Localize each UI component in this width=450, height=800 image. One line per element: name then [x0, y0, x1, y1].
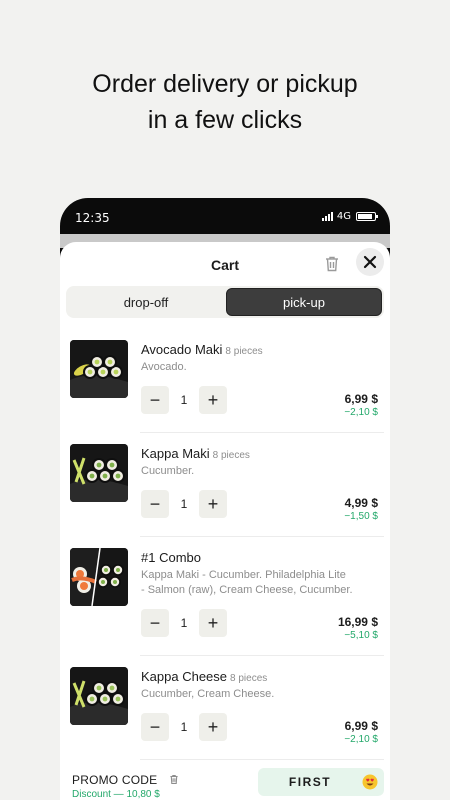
item-description: Kappa Maki - Cucumber. Philadelphia Lite…: [141, 568, 381, 598]
trash-icon: [170, 775, 178, 784]
divider: [140, 536, 384, 537]
item-pieces: 8 pieces: [225, 346, 263, 357]
decrease-quantity-button[interactable]: −: [141, 490, 169, 518]
item-discount: −5,10 $: [344, 630, 378, 641]
item-description: Cucumber, Cream Cheese.: [141, 688, 275, 700]
tab-drop-off[interactable]: drop-off: [68, 288, 224, 316]
status-bar: 12:35 4G: [60, 198, 390, 236]
cart-sheet: Cart drop-off pick-up Avocado Maki 8 pie…: [60, 242, 390, 800]
item-name-line: Avocado Maki 8 pieces: [141, 342, 263, 357]
item-discount: −2,10 $: [344, 734, 378, 745]
item-name-line: Kappa Maki 8 pieces: [141, 446, 250, 461]
remove-promo-button[interactable]: [168, 773, 180, 786]
item-price: 4,99 $: [344, 496, 378, 510]
promo-discount: Discount — 10,80 $: [72, 789, 160, 800]
item-quantity: 1: [180, 393, 188, 407]
item-name-line: #1 Combo: [141, 550, 201, 565]
headline: Order delivery or pickup in a few clicks: [0, 66, 450, 138]
network-label: 4G: [336, 211, 351, 222]
delivery-type-toggle: drop-off pick-up: [66, 286, 384, 318]
product-image: [70, 340, 128, 398]
item-price: 6,99 $: [344, 392, 378, 406]
status-icons: 4G: [321, 211, 378, 222]
tab-pick-up[interactable]: pick-up: [226, 288, 382, 316]
product-image: [70, 667, 128, 725]
item-name: Kappa Maki: [141, 446, 210, 461]
promo-code-badge[interactable]: FIRST: [258, 768, 384, 796]
close-button[interactable]: [356, 248, 384, 276]
item-quantity: 1: [180, 497, 188, 511]
status-time: 12:35: [75, 211, 110, 225]
promo-section: PROMO CODE Discount — 10,80 $ FIRST: [60, 764, 390, 800]
item-pieces: 8 pieces: [230, 673, 268, 684]
decrease-quantity-button[interactable]: −: [141, 386, 169, 414]
item-price: 6,99 $: [344, 719, 378, 733]
item-name: Avocado Maki: [141, 342, 223, 357]
clear-cart-button[interactable]: [322, 254, 342, 274]
quantity-stepper: − 1 +: [141, 490, 227, 518]
item-discount: −1,50 $: [344, 511, 378, 522]
phone-frame: 12:35 4G Cart drop-off pick-up Avocado M…: [60, 198, 390, 800]
cart-header: Cart: [60, 242, 390, 284]
item-description-line: - Salmon (raw), Cream Cheese, Cucumber.: [141, 584, 353, 596]
item-quantity: 1: [180, 616, 188, 630]
item-name: #1 Combo: [141, 550, 201, 565]
promo-code: FIRST: [288, 775, 332, 789]
headline-line-1: Order delivery or pickup: [92, 70, 358, 98]
increase-quantity-button[interactable]: +: [199, 490, 227, 518]
item-discount: −2,10 $: [344, 407, 378, 418]
product-image: [70, 444, 128, 502]
decrease-quantity-button[interactable]: −: [141, 713, 169, 741]
quantity-stepper: − 1 +: [141, 386, 227, 414]
increase-quantity-button[interactable]: +: [199, 713, 227, 741]
increase-quantity-button[interactable]: +: [199, 386, 227, 414]
item-name: Kappa Cheese: [141, 669, 228, 684]
divider: [140, 759, 384, 760]
item-description-line: Kappa Maki - Cucumber. Philadelphia Lite: [141, 569, 346, 581]
divider: [140, 655, 384, 656]
item-name-line: Kappa Cheese 8 pieces: [141, 669, 267, 684]
close-icon: [363, 255, 377, 269]
item-description: Avocado.: [141, 361, 187, 373]
item-quantity: 1: [180, 720, 188, 734]
quantity-stepper: − 1 +: [141, 713, 227, 741]
battery-icon: [356, 212, 378, 221]
heart-eyes-emoji-icon: [362, 774, 378, 790]
increase-quantity-button[interactable]: +: [199, 609, 227, 637]
item-description: Cucumber.: [141, 465, 195, 477]
decrease-quantity-button[interactable]: −: [141, 609, 169, 637]
product-image: [70, 548, 128, 606]
divider: [140, 432, 384, 433]
item-price: 16,99 $: [337, 615, 378, 629]
signal-icon: [321, 212, 333, 221]
item-pieces: 8 pieces: [212, 450, 250, 461]
headline-line-2: in a few clicks: [147, 106, 303, 134]
quantity-stepper: − 1 +: [141, 609, 227, 637]
trash-icon: [326, 256, 338, 272]
promo-label: PROMO CODE: [72, 773, 158, 787]
